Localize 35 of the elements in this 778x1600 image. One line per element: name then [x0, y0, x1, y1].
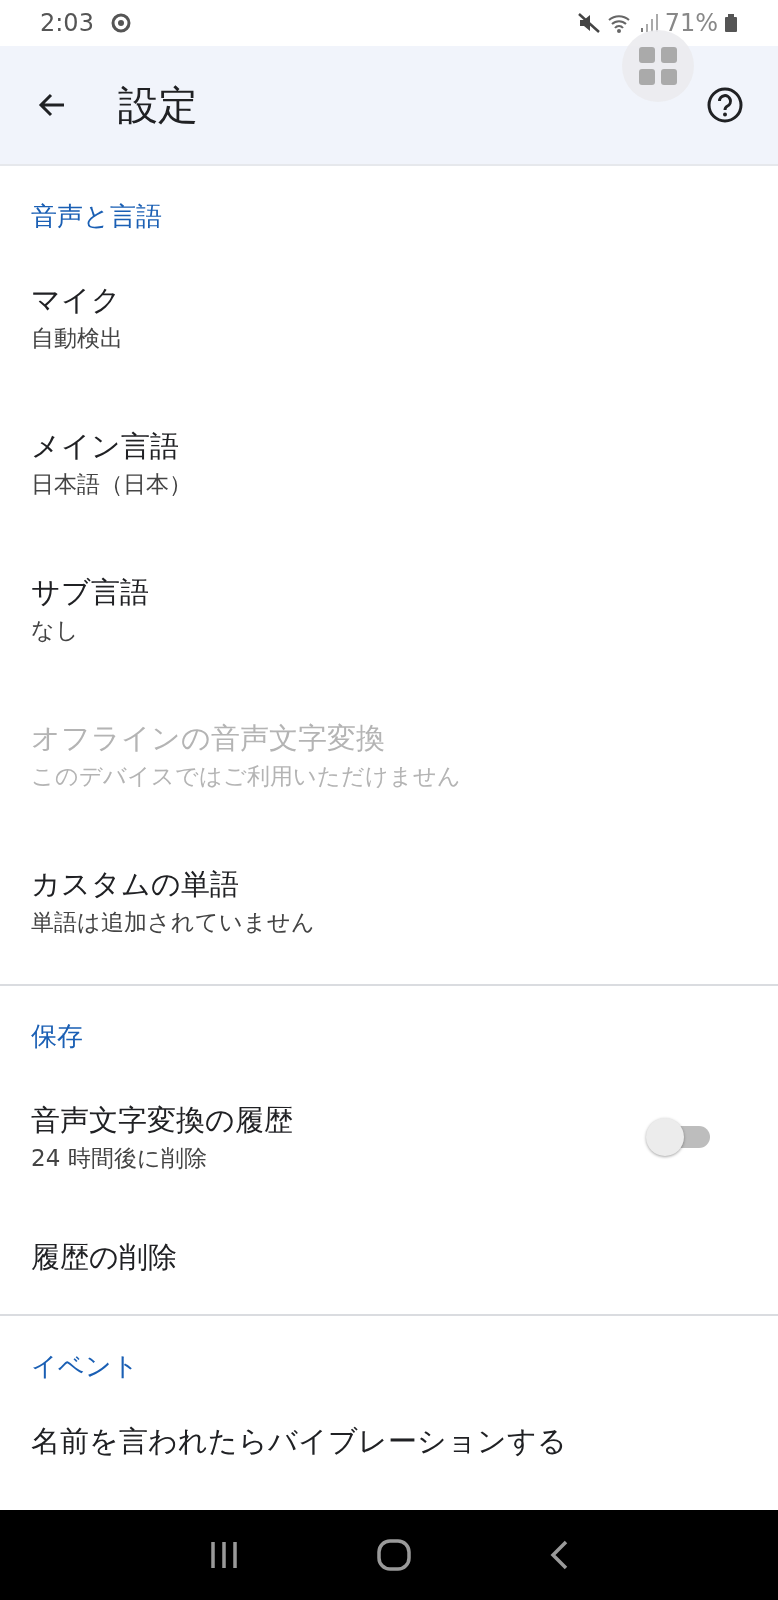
- settings-item[interactable]: 音声文字変換の履歴 24 時間後に削除: [0, 1064, 778, 1210]
- item-title: オフラインの音声文字変換: [31, 720, 386, 757]
- battery-percent: 71%: [664, 9, 718, 37]
- section-header: 音声と言語: [30, 200, 163, 233]
- item-subtitle: 自動検出: [31, 324, 124, 353]
- settings-item[interactable]: 名前を言われたらバイブレーションする: [0, 1394, 778, 1488]
- item-subtitle: なし: [31, 616, 80, 645]
- section-header: イベント: [30, 1350, 140, 1383]
- settings-item[interactable]: メイン言語 日本語（日本）: [0, 390, 778, 536]
- status-time: 2:03: [40, 9, 94, 37]
- grid-icon: [638, 46, 678, 86]
- item-title: 名前を言われたらバイブレーションする: [31, 1423, 568, 1460]
- status-app-icon: [109, 12, 132, 34]
- section-header: 保存: [30, 1020, 84, 1053]
- toggle-switch[interactable]: [646, 1117, 710, 1157]
- help-icon: [706, 86, 744, 124]
- page-title: 設定: [118, 80, 198, 130]
- mute-icon: [576, 12, 601, 34]
- item-subtitle: このデバイスではご利用いただけません: [31, 762, 462, 791]
- item-subtitle: 単語は追加されていません: [31, 908, 316, 937]
- settings-item[interactable]: 履歴の削除: [0, 1210, 778, 1304]
- item-title: 音声文字変換の履歴: [31, 1102, 294, 1139]
- settings-item[interactable]: マイク 自動検出: [0, 244, 778, 390]
- item-subtitle: 日本語（日本）: [31, 470, 193, 499]
- home-button[interactable]: [377, 1538, 411, 1572]
- battery-icon: [724, 12, 738, 34]
- item-title: メイン言語: [31, 428, 180, 465]
- item-subtitle: 24 時間後に削除: [31, 1144, 208, 1173]
- item-title: サブ言語: [31, 574, 150, 611]
- item-title: 履歴の削除: [31, 1239, 178, 1276]
- signal-icon: [638, 12, 659, 34]
- settings-item[interactable]: サブ言語 なし: [0, 536, 778, 682]
- item-title: カスタムの単語: [31, 866, 240, 903]
- settings-item[interactable]: カスタムの単語 単語は追加されていません: [0, 828, 778, 974]
- item-title: マイク: [31, 282, 122, 319]
